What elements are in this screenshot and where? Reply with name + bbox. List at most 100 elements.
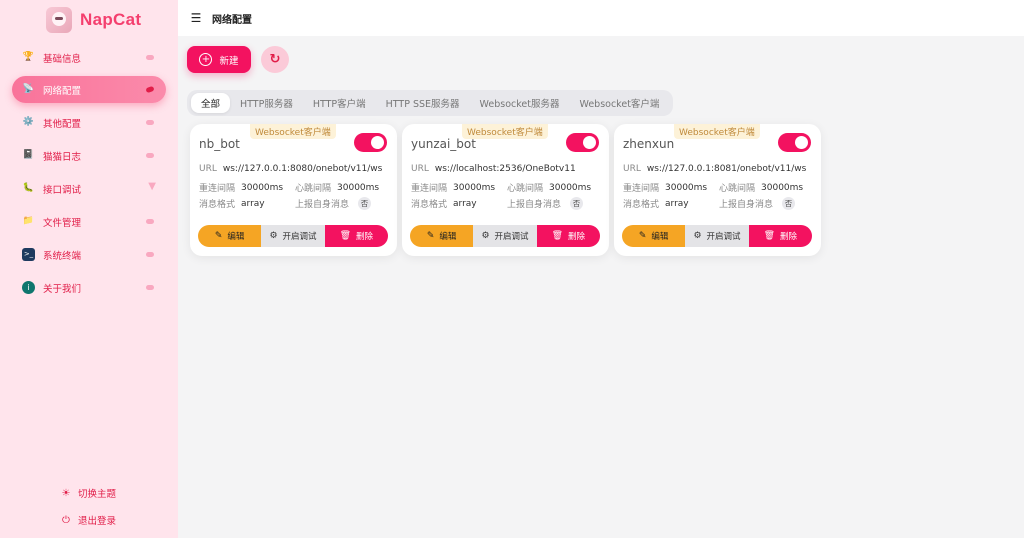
sidebar-item-logs[interactable]: 📓 猫猫日志	[12, 142, 166, 169]
theme-toggle-button[interactable]: ☀ 切换主题	[60, 486, 117, 501]
bug-icon: ⚙	[269, 231, 278, 241]
card-name: nb_bot	[199, 137, 240, 151]
delete-button[interactable]: 🗑 删除	[536, 225, 600, 247]
card-name: yunzai_bot	[411, 137, 476, 151]
network-config-card: Websocket客户端 yunzai_bot URL ws://localho…	[402, 124, 609, 256]
tab-http-client[interactable]: HTTP客户端	[303, 93, 376, 113]
tab-http-server[interactable]: HTTP服务器	[230, 93, 303, 113]
heartbeat-label: 心跳间隔	[719, 184, 756, 194]
info-icon: i	[22, 281, 35, 294]
edit-button[interactable]: ✎ 编辑	[622, 225, 686, 247]
reconnect-label: 重连间隔	[411, 184, 448, 194]
sidebar-item-label: 基础信息	[43, 53, 82, 65]
interval-row: 重连间隔 30000ms	[623, 181, 708, 195]
sidebar: NapCat 🏆 基础信息 📡 网络配置 ⚙️ 其他配置 📓 猫猫日志 🐛 接口…	[0, 0, 178, 538]
debug-button[interactable]: ⚙ 开启调试	[473, 225, 537, 247]
indicator-dot	[146, 153, 154, 158]
report-self-value: 否	[570, 197, 584, 210]
format-value: array	[665, 198, 689, 209]
heartbeat-value: 30000ms	[337, 182, 380, 193]
format-label: 消息格式	[623, 200, 660, 210]
sidebar-item-api-debug[interactable]: 🐛 接口调试 ▼	[12, 175, 166, 202]
chevron-down-icon[interactable]: ▼	[148, 181, 156, 192]
url-value: ws://127.0.0.1:8080/onebot/v11/ws	[222, 164, 383, 174]
type-tabs: 全部 HTTP服务器 HTTP客户端 HTTP SSE服务器 Websocket…	[187, 90, 674, 116]
heartbeat-row: 心跳间隔 30000ms	[719, 181, 803, 195]
sidebar-item-label: 网络配置	[43, 85, 82, 97]
bug-icon: ⚙	[693, 231, 702, 241]
bug-icon: ⚙	[481, 231, 490, 241]
enable-toggle[interactable]	[566, 133, 599, 152]
report-self-row: 上报自身消息 否	[719, 197, 796, 210]
sidebar-item-file-manager[interactable]: 📁 文件管理	[12, 208, 166, 235]
sidebar-item-label: 接口调试	[43, 184, 82, 196]
heartbeat-row: 心跳间隔 30000ms	[507, 181, 592, 195]
terminal-icon: >_	[22, 248, 35, 261]
report-self-row: 上报自身消息 否	[295, 197, 372, 210]
notebook-icon: 📓	[22, 150, 35, 160]
url-value: ws://127.0.0.1:8081/onebot/v11/ws	[646, 164, 807, 174]
tab-all[interactable]: 全部	[191, 93, 231, 113]
url-row: URL ws://127.0.0.1:8081/onebot/v11/ws	[623, 164, 806, 174]
sidebar-item-label: 文件管理	[43, 217, 82, 229]
theme-toggle-label: 切换主题	[78, 489, 117, 500]
logout-button[interactable]: ⏻ 退出登录	[60, 513, 117, 528]
new-button[interactable]: + 新建	[187, 46, 251, 73]
card-name: zhenxun	[623, 137, 675, 151]
report-self-value: 否	[782, 197, 796, 210]
bug-icon: 🐛	[22, 183, 35, 193]
reconnect-value: 30000ms	[453, 182, 496, 193]
card-actions: ✎ 编辑 ⚙ 开启调试 🗑 删除	[198, 225, 388, 247]
tab-websocket-client[interactable]: Websocket客户端	[569, 93, 669, 113]
folder-icon: 📁	[22, 216, 35, 226]
url-value: ws://localhost:2536/OneBotv11	[434, 164, 576, 174]
heartbeat-label: 心跳间隔	[507, 184, 544, 194]
format-row: 消息格式 array	[623, 197, 689, 211]
broadcast-icon: 📡	[22, 84, 35, 94]
debug-button[interactable]: ⚙ 开启调试	[261, 225, 325, 247]
tab-http-sse-server[interactable]: HTTP SSE服务器	[376, 93, 470, 113]
reconnect-value: 30000ms	[665, 182, 708, 193]
sun-icon: ☀	[61, 487, 71, 499]
debug-button[interactable]: ⚙ 开启调试	[685, 225, 749, 247]
pencil-icon: ✎	[638, 231, 647, 241]
indicator-dot	[146, 55, 154, 60]
refresh-icon: ↻	[269, 52, 281, 67]
brand[interactable]: NapCat	[46, 4, 141, 36]
report-self-row: 上报自身消息 否	[507, 197, 584, 210]
plus-circle-icon: +	[199, 53, 213, 66]
enable-toggle[interactable]	[354, 133, 387, 152]
refresh-button[interactable]: ↻	[261, 46, 289, 73]
brand-name: NapCat	[80, 10, 142, 29]
report-self-label: 上报自身消息	[719, 200, 774, 210]
reconnect-value: 30000ms	[241, 182, 284, 193]
sidebar-item-terminal[interactable]: >_ 系统终端	[12, 241, 166, 268]
heartbeat-value: 30000ms	[549, 182, 592, 193]
sidebar-item-other-config[interactable]: ⚙️ 其他配置	[12, 109, 166, 136]
cat-avatar-icon	[46, 7, 72, 33]
tab-websocket-server[interactable]: Websocket服务器	[470, 93, 570, 113]
indicator-dot	[146, 252, 154, 257]
sidebar-item-network-config[interactable]: 📡 网络配置	[12, 76, 166, 103]
edit-button[interactable]: ✎ 编辑	[198, 225, 262, 247]
delete-button[interactable]: 🗑 删除	[324, 225, 388, 247]
sidebar-item-label: 其他配置	[43, 118, 82, 130]
network-config-card: Websocket客户端 zhenxun URL ws://127.0.0.1:…	[614, 124, 821, 256]
report-self-label: 上报自身消息	[295, 200, 350, 210]
report-self-value: 否	[358, 197, 372, 210]
reconnect-label: 重连间隔	[623, 184, 660, 194]
enable-toggle[interactable]	[778, 133, 811, 152]
indicator-dot	[146, 120, 154, 125]
delete-label: 删除	[356, 232, 374, 242]
sidebar-item-basic-info[interactable]: 🏆 基础信息	[12, 44, 166, 71]
sidebar-item-about[interactable]: i 关于我们	[12, 274, 166, 301]
edit-button[interactable]: ✎ 编辑	[410, 225, 474, 247]
top-header: ☰ 网络配置	[178, 0, 1024, 36]
trash-icon: 🗑	[763, 231, 776, 241]
collapse-menu-icon[interactable]: ☰	[188, 10, 204, 26]
interval-row: 重连间隔 30000ms	[411, 181, 496, 195]
delete-button[interactable]: 🗑 删除	[748, 225, 812, 247]
format-row: 消息格式 array	[411, 197, 477, 211]
type-tag: Websocket客户端	[674, 124, 760, 139]
logout-label: 退出登录	[78, 516, 117, 527]
